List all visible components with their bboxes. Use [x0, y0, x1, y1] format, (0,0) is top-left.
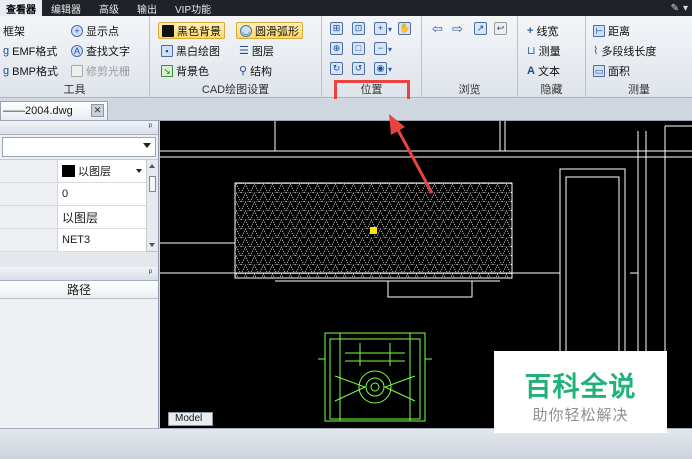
watermark-title: 百科全说	[524, 372, 637, 402]
watermark-badge: 百科全说 助你轻松解决	[494, 351, 667, 433]
watermark-subtitle: 助你轻松解决	[532, 407, 629, 424]
